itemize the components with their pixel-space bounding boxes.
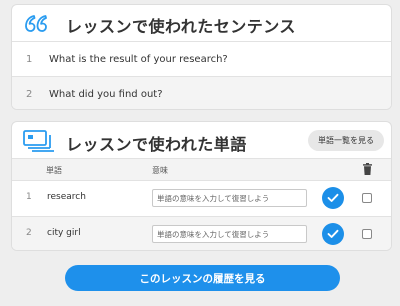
sentences-card-title: レッスンで使われたセンテンス [66,17,296,36]
check-icon [327,193,339,202]
words-card-title: レッスンで使われた単語 [66,135,247,154]
word-text: city girl [47,228,81,238]
word-text: research [47,192,86,202]
sentence-text: What is the result of your research? [49,53,228,65]
words-card-header: レッスンで使われた単語 単語一覧を見る [12,122,391,158]
check-icon [327,229,339,238]
column-header-meaning: 意味 [152,166,168,175]
sentence-row: 1 What is the result of your research? [12,41,391,76]
meaning-input[interactable] [152,225,307,243]
row-select-checkbox[interactable] [362,229,372,239]
sentence-text: What did you find out? [49,88,163,100]
row-number: 2 [26,88,33,100]
sentence-row: 2 What did you find out? [12,76,391,109]
row-number: 1 [26,53,33,65]
trash-icon [363,163,372,175]
vocabulary-card-icon [23,130,54,152]
column-header-word: 単語 [46,166,62,175]
row-select-checkbox[interactable] [362,193,372,203]
sentences-card: レッスンで使われたセンテンス 1 What is the result of y… [11,4,392,110]
save-meaning-button[interactable] [322,223,344,245]
word-row: 1 research [12,180,391,216]
meaning-input[interactable] [152,189,307,207]
words-card: レッスンで使われた単語 単語一覧を見る 単語 意味 1 research 2 c… [11,121,392,251]
word-list-button[interactable]: 単語一覧を見る [308,130,384,151]
row-number: 1 [26,192,32,202]
save-meaning-button[interactable] [322,187,344,209]
quote-icon [25,15,47,32]
word-row: 2 city girl [12,216,391,250]
sentences-card-header: レッスンで使われたセンテンス [12,5,391,41]
view-lesson-history-button[interactable]: このレッスンの履歴を見る [65,265,340,291]
row-number: 2 [26,228,32,238]
word-table-header: 単語 意味 [12,158,391,180]
